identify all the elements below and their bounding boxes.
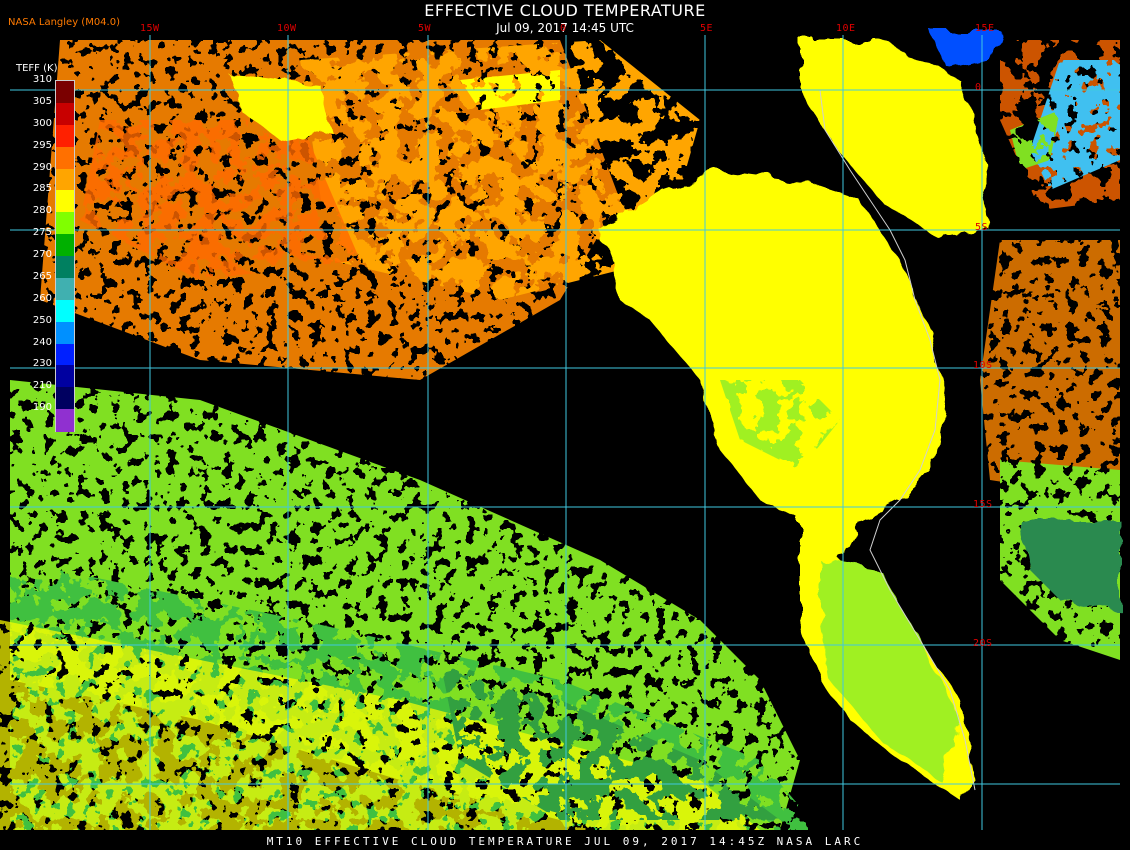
legend-label: 300 — [32, 117, 52, 129]
legend-label: 310 — [32, 74, 52, 85]
legend-label: 270 — [32, 249, 52, 260]
legend-color-bar — [55, 80, 75, 432]
lon-label-5w: 5W — [418, 23, 432, 34]
legend-swatch — [56, 387, 74, 410]
legend-swatch — [56, 190, 74, 213]
legend-swatch — [56, 81, 74, 104]
lat-label-20s: 20S — [973, 638, 993, 649]
lon-label-10e: 10E — [836, 23, 856, 34]
legend-label: 305 — [32, 95, 52, 107]
lon-label-15w: 15W — [140, 23, 160, 34]
legend-swatch — [56, 409, 74, 432]
legend-label: 210 — [32, 380, 52, 392]
legend-swatch — [56, 321, 74, 344]
legend-label: 280 — [32, 205, 52, 217]
legend-swatch — [56, 168, 74, 191]
lat-label-5s: 5S — [975, 222, 989, 233]
footer-caption: MT10 EFFECTIVE CLOUD TEMPERATURE JUL 09,… — [266, 835, 864, 848]
legend-swatch — [56, 234, 74, 257]
legend-swatch — [56, 256, 74, 279]
legend-label: 260 — [32, 292, 52, 304]
lon-label-5e: 5E — [700, 23, 714, 34]
legend-swatch — [56, 102, 74, 126]
lat-label-15s: 15S — [973, 499, 993, 510]
legend-title: TEFF (K) — [16, 63, 58, 74]
legend-swatch — [56, 277, 74, 301]
legend-swatch — [56, 299, 74, 323]
cloud-temperature-map — [0, 0, 1130, 850]
legend-swatch — [56, 212, 74, 235]
legend-label: 250 — [32, 314, 52, 326]
legend-label: 240 — [32, 336, 52, 348]
lat-label-10s: 10S — [973, 360, 993, 371]
lon-label-0: 0 — [560, 23, 567, 34]
legend-swatch — [56, 124, 74, 148]
lon-label-15e: 15E — [975, 23, 995, 34]
legend-label: 290 — [32, 161, 52, 173]
legend-swatch — [56, 365, 74, 388]
legend-swatch — [56, 146, 74, 169]
legend-label: 295 — [32, 139, 52, 151]
legend-label: 275 — [32, 227, 52, 239]
legend-label: 265 — [32, 270, 52, 282]
legend-swatch — [56, 343, 74, 366]
lon-label-10w: 10W — [277, 23, 297, 34]
legend-label: 190 — [32, 402, 52, 414]
map-title: EFFECTIVE CLOUD TEMPERATURE — [424, 1, 706, 20]
lat-label-0: 0 — [975, 82, 982, 93]
legend-label: 230 — [32, 358, 52, 370]
legend-label: 285 — [32, 183, 52, 195]
